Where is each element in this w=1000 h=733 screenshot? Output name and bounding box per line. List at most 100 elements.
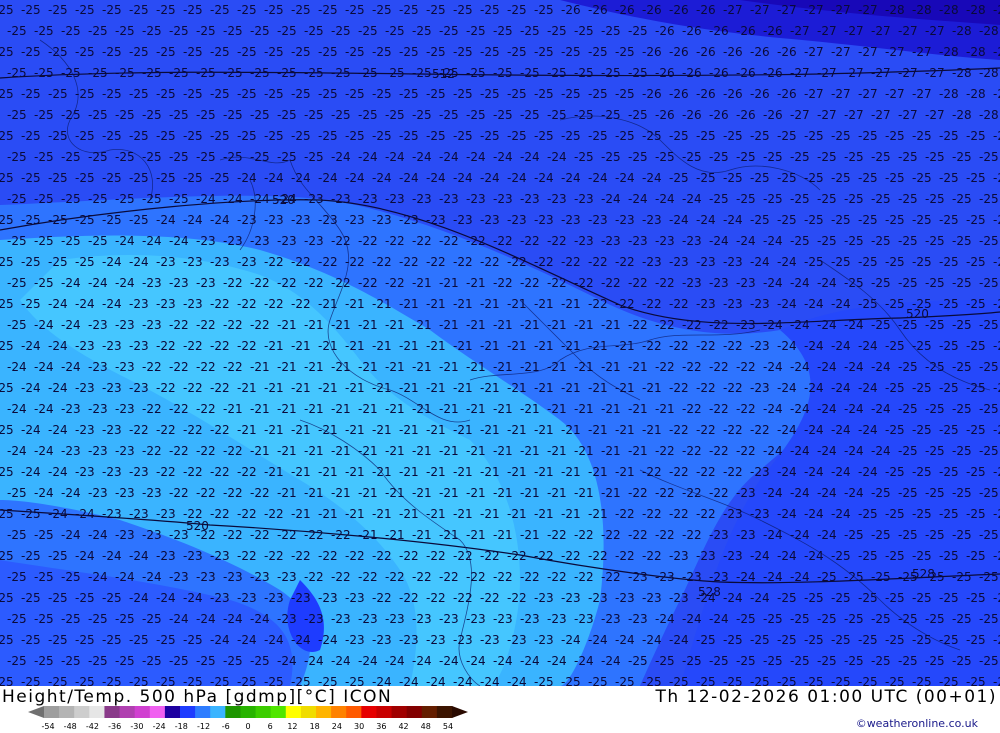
temperature-label: -25: [7, 108, 27, 122]
temperature-label: -23: [399, 213, 419, 227]
temperature-label: -25: [885, 675, 905, 686]
temperature-label: -22: [250, 486, 270, 500]
scale-swatch: [436, 706, 453, 718]
temperature-label: -23: [156, 507, 176, 521]
temperature-label: -25: [0, 255, 14, 269]
temperature-label: -25: [615, 675, 635, 686]
temperature-label: -22: [655, 360, 675, 374]
temperature-label: -26: [682, 24, 702, 38]
temperature-label: -22: [520, 276, 540, 290]
temperature-label: -23: [669, 255, 689, 269]
scale-tick-label: 0: [245, 722, 251, 731]
temperature-label: -25: [912, 507, 932, 521]
temperature-label: -25: [979, 276, 999, 290]
temperature-label: -25: [102, 633, 122, 647]
temperature-label: -23: [142, 276, 162, 290]
temperature-label: -25: [696, 171, 716, 185]
temperature-label: -23: [534, 591, 554, 605]
temperature-label: -25: [102, 591, 122, 605]
temperature-label: -24: [358, 150, 378, 164]
temperature-label: -25: [534, 45, 554, 59]
temperature-label: -21: [358, 360, 378, 374]
temperature-label: -21: [399, 297, 419, 311]
temperature-label: -25: [7, 318, 27, 332]
temperature-label: -22: [507, 549, 527, 563]
temperature-label: -25: [979, 318, 999, 332]
temperature-label: -25: [952, 276, 972, 290]
temperature-label: -26: [723, 87, 743, 101]
temperature-label: -25: [183, 87, 203, 101]
temperature-label: -21: [358, 318, 378, 332]
temperature-label: -23: [196, 570, 216, 584]
temperature-label: -25: [48, 591, 68, 605]
temperature-label: -23: [88, 402, 108, 416]
credit-link[interactable]: ©weatheronline.co.uk: [856, 717, 978, 730]
temperature-label: -26: [736, 108, 756, 122]
temperature-label: -25: [264, 129, 284, 143]
temperature-label: -27: [885, 87, 905, 101]
temperature-label: -25: [574, 24, 594, 38]
temperature-label: -24: [331, 150, 351, 164]
temperature-label: -23: [736, 276, 756, 290]
temperature-label: -25: [399, 129, 419, 143]
temperature-label: -22: [345, 549, 365, 563]
temperature-label: -25: [966, 633, 986, 647]
temperature-label: -25: [871, 276, 891, 290]
temperature-label: -21: [277, 318, 297, 332]
temperature-label: -26: [750, 87, 770, 101]
temperature-label: -22: [358, 234, 378, 248]
temperature-label: -25: [385, 24, 405, 38]
temperature-label: -25: [48, 87, 68, 101]
temperature-label: -24: [534, 171, 554, 185]
temperature-label: -25: [196, 108, 216, 122]
temperature-label: -25: [169, 66, 189, 80]
temperature-label: -25: [912, 633, 932, 647]
temperature-label: -21: [561, 297, 581, 311]
temperature-label: -25: [858, 129, 878, 143]
temperature-label: -25: [102, 675, 122, 686]
temperature-label: -25: [399, 45, 419, 59]
temperature-label: -25: [88, 150, 108, 164]
temperature-label: -22: [291, 255, 311, 269]
temperature-label: -25: [129, 675, 149, 686]
temperature-label: -25: [21, 675, 41, 686]
temperature-label: -23: [183, 297, 203, 311]
temperature-label: -24: [169, 234, 189, 248]
temperature-label: -24: [21, 465, 41, 479]
temperature-label: -25: [277, 150, 297, 164]
temperature-label: -24: [115, 276, 135, 290]
temperature-label: -21: [588, 507, 608, 521]
temperature-label: -25: [628, 150, 648, 164]
temperature-label: -28: [939, 87, 959, 101]
scale-swatch: [225, 706, 241, 718]
temperature-label: -25: [561, 675, 581, 686]
scale-tick-label: -54: [41, 722, 55, 731]
temperature-label: -25: [831, 549, 851, 563]
temperature-label: -25: [858, 675, 878, 686]
temperature-label: -23: [588, 591, 608, 605]
temperature-label: -22: [372, 549, 392, 563]
temperature-label: -25: [844, 150, 864, 164]
temperature-label: -21: [628, 444, 648, 458]
temperature-label: -22: [156, 339, 176, 353]
temperature-label: -25: [925, 528, 945, 542]
temperature-label: -25: [372, 87, 392, 101]
temperature-label: -22: [250, 276, 270, 290]
temperature-label: -25: [817, 654, 837, 668]
temperature-label: -25: [48, 675, 68, 686]
temperature-label: -22: [547, 528, 567, 542]
temperature-label: -25: [250, 150, 270, 164]
temperature-label: -23: [210, 549, 230, 563]
temperature-label: -25: [237, 3, 257, 17]
temperature-label: -22: [196, 486, 216, 500]
temperature-label: -21: [358, 402, 378, 416]
temperature-label: -25: [966, 381, 986, 395]
temperature-label: -26: [736, 24, 756, 38]
weather-map: -25 -25 -25 -25 -25 -25 -25 -25 -25 -25 -25 -25 -25 -…: [0, 0, 1000, 686]
temperature-label: -22: [601, 570, 621, 584]
temperature-label: -22: [655, 528, 675, 542]
temperature-label: -25: [885, 423, 905, 437]
temperature-label: -22: [277, 528, 297, 542]
temperature-label: -23: [682, 276, 702, 290]
temperature-label: -25: [696, 675, 716, 686]
